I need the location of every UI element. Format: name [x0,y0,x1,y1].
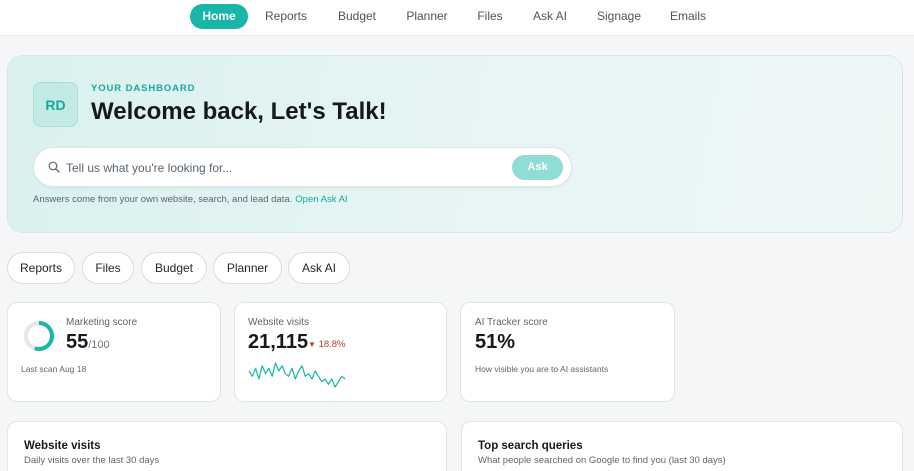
search-input[interactable] [66,158,506,178]
card-label: AI Tracker score [475,317,548,328]
marketing-score-value: 55 [66,331,89,353]
dashboard-hero: RD YOUR DASHBOARD Welcome back, Let's Ta… [7,55,903,233]
sparkline-line [248,362,346,388]
ai-tracker-subtext: How visible you are to AI assistants [475,364,609,374]
last-scan-text: Last scan Aug 18 [21,364,87,374]
nav-budget[interactable]: Budget [328,4,386,29]
nav-reports[interactable]: Reports [256,4,316,29]
card-value: 55/100 [66,331,110,354]
website-visits-card[interactable]: Website visits 21,115 ▼ 18.8% [234,302,447,402]
quick-link-reports[interactable]: Reports [7,252,75,284]
top-search-queries-panel: Top search queries What people searched … [461,421,903,471]
avatar[interactable]: RD [33,82,78,127]
panel-subtitle: What people searched on Google to find y… [478,455,726,466]
search-icon [48,161,60,173]
website-visits-panel: Website visits Daily visits over the las… [7,421,447,471]
quick-link-ask-ai[interactable]: Ask AI [288,252,350,284]
visits-sparkline [248,362,346,388]
hero-note-text: Answers come from your own website, sear… [33,194,293,205]
ai-tracker-card[interactable]: AI Tracker score 51% How visible you are… [460,302,675,402]
down-arrow-icon: ▼ [308,340,316,349]
score-unit: /100 [88,339,110,351]
visits-delta-value: 18.8% [318,339,346,350]
nav-home[interactable]: Home [190,4,248,29]
hero-eyebrow: YOUR DASHBOARD [91,83,196,94]
nav-emails[interactable]: Emails [662,4,714,29]
nav-signage[interactable]: Signage [588,4,650,29]
card-label: Website visits [248,317,309,328]
card-label: Marketing score [66,317,138,328]
panel-title: Website visits [24,440,101,452]
nav-files[interactable]: Files [469,4,511,29]
nav-ask-ai[interactable]: Ask AI [524,4,576,29]
panel-title: Top search queries [478,440,583,452]
open-ask-ai-link[interactable]: Open Ask AI [295,194,347,205]
visits-delta: ▼ 18.8% [308,339,346,350]
quick-link-budget[interactable]: Budget [141,252,207,284]
visits-value: 21,115 [248,331,309,353]
page-title: Welcome back, Let's Talk! [91,98,387,125]
ai-tracker-value: 51% [475,331,516,353]
ask-search-bar: Ask [33,147,572,187]
quick-link-files[interactable]: Files [82,252,134,284]
nav-planner[interactable]: Planner [397,4,457,29]
top-nav: Home Reports Budget Planner Files Ask AI… [0,0,914,36]
ask-button[interactable]: Ask [512,155,563,180]
panel-subtitle: Daily visits over the last 30 days [24,455,160,466]
hero-note: Answers come from your own website, sear… [33,194,348,205]
quick-link-planner[interactable]: Planner [213,252,282,284]
score-gauge [24,321,54,351]
marketing-score-card[interactable]: Marketing score 55/100 Last scan Aug 18 [7,302,221,402]
